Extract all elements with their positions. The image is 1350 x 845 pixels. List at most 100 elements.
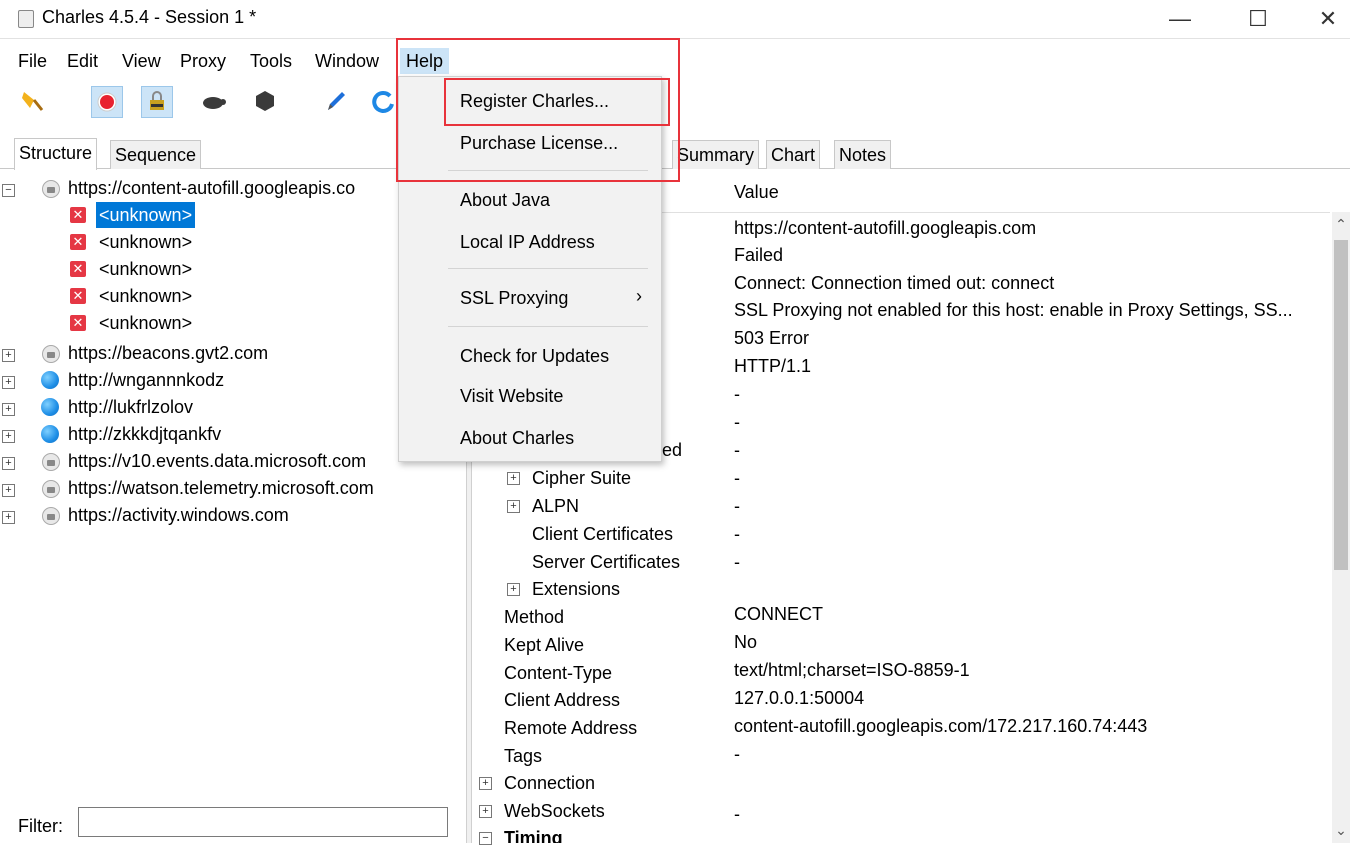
scrollbar-thumb[interactable]: [1334, 240, 1348, 570]
expand-toggle-icon[interactable]: +: [507, 472, 520, 485]
filter-input[interactable]: [78, 807, 448, 837]
expand-toggle-icon[interactable]: +: [507, 500, 520, 513]
key-cell: Remote Address: [504, 718, 638, 738]
menu-item-about-java[interactable]: About Java: [460, 190, 550, 211]
key-cell: Kept Alive: [504, 635, 585, 655]
value-cell: -: [734, 496, 740, 516]
lock-icon: [42, 507, 60, 525]
menu-item-register-charles[interactable]: Register Charles...: [460, 91, 609, 112]
filter-label: Filter:: [18, 816, 63, 836]
tree-item-selected[interactable]: <unknown>: [96, 202, 196, 228]
key-cell: Cipher Suite: [532, 468, 632, 488]
globe-icon: [41, 398, 59, 416]
collapse-toggle-icon[interactable]: −: [2, 184, 15, 197]
tree-host[interactable]: http://wngannnkodz: [68, 367, 224, 393]
lock-icon: [42, 480, 60, 498]
repeat-refresh-icon[interactable]: [368, 86, 398, 116]
window-title: Charles 4.5.4 - Session 1 *: [42, 7, 257, 27]
record-button[interactable]: [91, 86, 123, 118]
error-x-icon: ✕: [70, 315, 86, 331]
tree-host[interactable]: https://beacons.gvt2.com: [68, 340, 268, 366]
broom-clear-icon[interactable]: [20, 86, 50, 116]
menu-help[interactable]: Help: [400, 48, 450, 74]
lock-icon: [42, 180, 60, 198]
menu-separator: [448, 326, 648, 327]
key-cell: Client Certificates: [532, 524, 674, 544]
tree-host-root[interactable]: https://content-autofill.googleapis.co: [68, 175, 355, 201]
expand-toggle-icon[interactable]: +: [2, 484, 15, 497]
menu-item-visit-website[interactable]: Visit Website: [460, 386, 563, 407]
tab-notes[interactable]: Notes: [834, 140, 892, 169]
expand-toggle-icon[interactable]: +: [2, 376, 15, 389]
tree-item[interactable]: <unknown>: [99, 310, 192, 336]
collapse-toggle-icon[interactable]: −: [479, 832, 492, 845]
tree-item[interactable]: <unknown>: [99, 256, 192, 282]
key-cell: Server Certificates: [532, 552, 681, 572]
breakpoints-hexagon-icon[interactable]: [250, 86, 280, 116]
tab-summary[interactable]: Summary: [672, 140, 760, 169]
value-cell: 127.0.0.1:50004: [734, 688, 865, 708]
menu-view[interactable]: View: [116, 48, 167, 74]
menu-item-about-charles[interactable]: About Charles: [460, 428, 574, 449]
tab-sequence[interactable]: Sequence: [110, 140, 202, 169]
scroll-down-arrow-icon[interactable]: ⌄: [1332, 822, 1350, 840]
expand-toggle-icon[interactable]: +: [479, 805, 492, 818]
menu-item-local-ip-address[interactable]: Local IP Address: [460, 232, 595, 253]
expand-toggle-icon[interactable]: +: [2, 403, 15, 416]
key-cell: Extensions: [532, 579, 621, 599]
tab-structure[interactable]: Structure: [14, 138, 98, 170]
maximize-button[interactable]: ☐: [1236, 2, 1280, 36]
value-cell: No: [734, 632, 758, 652]
key-cell: Connection: [504, 773, 596, 793]
value-cell: SSL Proxying not enabled for this host: …: [734, 300, 1293, 320]
globe-icon: [41, 371, 59, 389]
expand-toggle-icon[interactable]: +: [2, 349, 15, 362]
expand-toggle-icon[interactable]: +: [479, 777, 492, 790]
error-x-icon: ✕: [70, 234, 86, 250]
expand-toggle-icon[interactable]: +: [2, 430, 15, 443]
value-cell: -: [734, 524, 740, 544]
tree-host[interactable]: https://watson.telemetry.microsoft.com: [68, 475, 374, 501]
error-x-icon: ✕: [70, 261, 86, 277]
close-button[interactable]: ✕: [1306, 2, 1350, 36]
menu-item-purchase-license[interactable]: Purchase License...: [460, 133, 618, 154]
throttle-turtle-icon[interactable]: [198, 86, 228, 116]
expand-toggle-icon[interactable]: +: [2, 511, 15, 524]
value-column-header[interactable]: Value: [734, 182, 779, 203]
tab-chart[interactable]: Chart: [766, 140, 821, 169]
value-cell: -: [734, 384, 740, 404]
tree-host[interactable]: http://lukfrlzolov: [68, 394, 193, 420]
menu-item-check-for-updates[interactable]: Check for Updates: [460, 346, 609, 367]
ssl-proxying-lock-icon[interactable]: [141, 86, 173, 118]
error-x-icon: ✕: [70, 207, 86, 223]
menu-file[interactable]: File: [12, 48, 53, 74]
menu-window[interactable]: Window: [309, 48, 385, 74]
value-cell: Failed: [734, 245, 784, 265]
expand-toggle-icon[interactable]: +: [507, 583, 520, 596]
value-cell: text/html;charset=ISO-8859-1: [734, 660, 970, 680]
compose-pen-icon[interactable]: [320, 86, 350, 116]
key-cell: ALPN: [532, 496, 580, 516]
expand-toggle-icon[interactable]: +: [2, 457, 15, 470]
tree-host[interactable]: https://activity.windows.com: [68, 502, 289, 528]
key-cell: Client Address: [504, 690, 621, 710]
menu-item-ssl-proxying[interactable]: SSL Proxying: [460, 288, 568, 309]
titlebar-divider: [0, 38, 1350, 39]
value-cell: -: [734, 804, 740, 824]
value-cell: Connect: Connection timed out: connect: [734, 273, 1055, 293]
key-cell: Method: [504, 607, 565, 627]
key-cell: Tags: [504, 746, 543, 766]
menu-edit[interactable]: Edit: [61, 48, 104, 74]
menu-proxy[interactable]: Proxy: [174, 48, 232, 74]
tree-host[interactable]: https://v10.events.data.microsoft.com: [68, 448, 366, 474]
scroll-up-arrow-icon[interactable]: ⌃: [1332, 216, 1350, 234]
tree-item[interactable]: <unknown>: [99, 229, 192, 255]
tree-host[interactable]: http://zkkkdjtqankfv: [68, 421, 221, 447]
tree-item[interactable]: <unknown>: [99, 283, 192, 309]
minimize-button[interactable]: —: [1158, 2, 1202, 36]
submenu-arrow-icon: ›: [636, 286, 642, 306]
value-cell: -: [734, 468, 740, 488]
menu-tools[interactable]: Tools: [244, 48, 298, 74]
menu-separator: [448, 170, 648, 171]
value-cell: content-autofill.googleapis.com/172.217.…: [734, 716, 1148, 736]
